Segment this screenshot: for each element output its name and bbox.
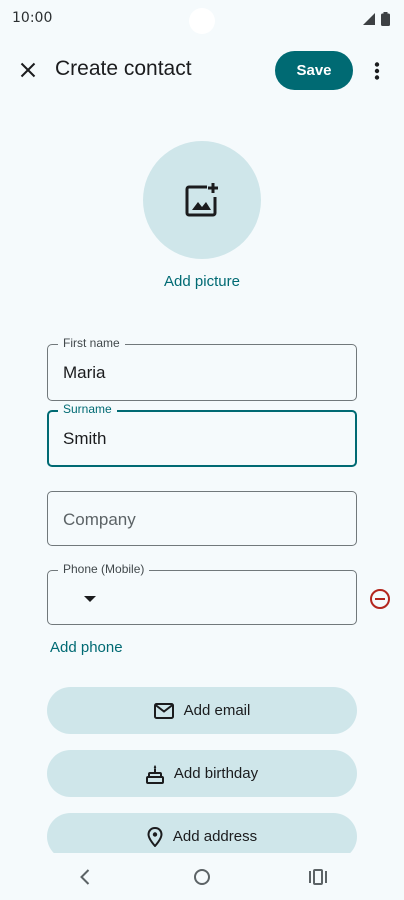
more-options-button[interactable] xyxy=(362,54,392,88)
add-birthday-label: Add birthday xyxy=(173,765,259,782)
close-icon xyxy=(20,62,36,78)
nav-recents-button[interactable] xyxy=(303,865,333,889)
page-title: Create contact xyxy=(55,57,192,80)
add-address-label: Add address xyxy=(172,828,258,845)
phone-label: Phone (Mobile) xyxy=(58,562,150,576)
status-bar: 10:00 xyxy=(0,0,404,38)
country-code-dropdown[interactable] xyxy=(78,591,102,607)
company-field[interactable]: Company xyxy=(47,491,357,546)
camera-cutout xyxy=(189,8,215,34)
nav-back-button[interactable] xyxy=(70,865,100,889)
add-birthday-button[interactable]: Add birthday xyxy=(47,750,357,797)
back-icon xyxy=(80,869,90,885)
surname-label: Surname xyxy=(58,402,117,416)
contact-photo-button[interactable] xyxy=(143,141,261,259)
cake-icon xyxy=(145,764,164,784)
arrow-drop-down-icon xyxy=(84,596,96,602)
add-photo-icon xyxy=(185,183,218,217)
remove-circle-icon xyxy=(370,589,390,609)
signal-icon xyxy=(363,13,375,25)
location-pin-icon xyxy=(147,826,163,847)
more-vert-icon xyxy=(374,62,380,80)
surname-field[interactable]: Surname Smith xyxy=(47,402,357,467)
close-button[interactable] xyxy=(10,52,46,88)
status-time: 10:00 xyxy=(12,10,53,26)
save-button[interactable]: Save xyxy=(275,51,353,90)
first-name-value: Maria xyxy=(63,363,106,382)
first-name-label: First name xyxy=(58,336,125,350)
first-name-field[interactable]: First name Maria xyxy=(47,336,357,401)
battery-icon xyxy=(381,12,390,26)
recents-icon xyxy=(309,869,327,885)
add-phone-button[interactable]: Add phone xyxy=(50,639,123,656)
mail-icon xyxy=(153,702,174,719)
company-placeholder: Company xyxy=(63,510,136,529)
phone-field[interactable]: Phone (Mobile) xyxy=(47,562,357,625)
surname-value: Smith xyxy=(63,429,107,448)
remove-phone-button[interactable] xyxy=(368,587,392,611)
add-email-label: Add email xyxy=(183,702,251,719)
add-picture-link[interactable]: Add picture xyxy=(0,273,404,290)
status-icons xyxy=(363,12,390,26)
app-bar: Create contact Save xyxy=(0,40,404,100)
add-email-button[interactable]: Add email xyxy=(47,687,357,734)
nav-home-button[interactable] xyxy=(187,865,217,889)
home-icon xyxy=(194,869,210,885)
system-nav-bar xyxy=(0,853,404,900)
